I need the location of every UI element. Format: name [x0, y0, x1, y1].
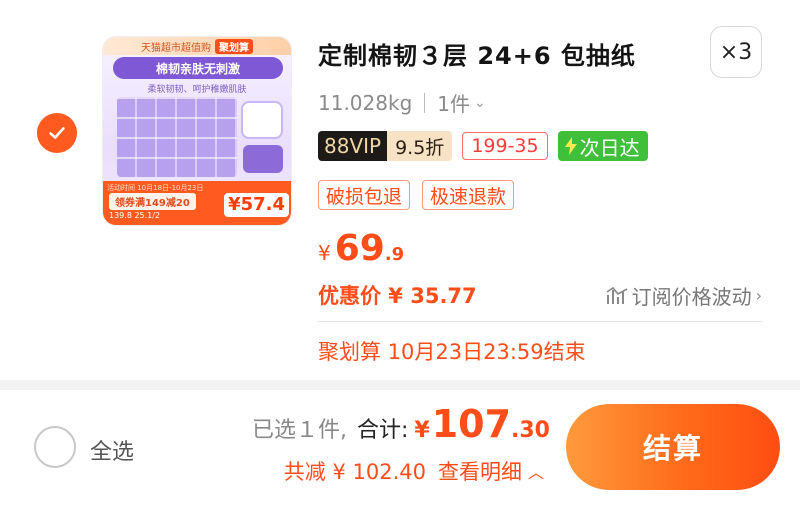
- spec-divider: [424, 92, 426, 113]
- checkout-bar: 全选 已选１件, 合计: ¥ 107 .30 共减 ¥ 102.40 查看明细 …: [0, 390, 800, 516]
- subscribe-price-change-link[interactable]: 订阅价格波动 ›: [606, 281, 762, 310]
- thumb-subtitle: 柔软韧韧、呵护稚嫩肌肤: [147, 85, 247, 95]
- tissue-bag-image: [243, 145, 283, 173]
- chevron-down-icon: ⌄: [474, 94, 486, 111]
- check-icon: [49, 127, 65, 139]
- promo-tags: 88VIP 9.5折 199-35 次日达: [318, 131, 648, 161]
- quantity-selector[interactable]: ×3: [710, 26, 762, 78]
- total-label: 合计:: [356, 418, 409, 443]
- promo-end-notice: 聚划算 10月23日23:59结束: [318, 340, 586, 364]
- chevron-right-icon: ›: [755, 286, 762, 305]
- spec-selector[interactable]: 11.028kg 1件 ⌄: [318, 88, 486, 117]
- discount-price: 优惠价 ¥ 35.77: [318, 284, 477, 308]
- cart-item: 天猫超市超值购 聚划算 棉韧亲肤无刺激 柔软韧韧、呵护稚嫩肌肤 活动时间 10月…: [0, 0, 800, 380]
- divider: [318, 321, 762, 322]
- price-chart-icon: [606, 286, 627, 304]
- service-tag-damage-refund: 破损包退: [318, 180, 411, 210]
- view-details-link[interactable]: 查看明细: [438, 456, 522, 486]
- tissue-packs-image: [117, 97, 237, 177]
- savings-summary[interactable]: 共减 ¥ 102.40 查看明细 ︿: [284, 456, 544, 486]
- total-int: 107: [431, 402, 512, 446]
- product-title[interactable]: 定制棉韧３层 24+6 包抽纸: [318, 36, 636, 71]
- spec-count: 1件: [437, 92, 470, 116]
- checkout-button[interactable]: 结算: [566, 404, 780, 490]
- spec-weight: 11.028kg: [318, 90, 413, 115]
- service-tags: 破损包退 极速退款: [318, 180, 515, 210]
- total-dec: .30: [511, 418, 550, 443]
- lightning-icon: [564, 137, 577, 155]
- product-thumbnail[interactable]: 天猫超市超值购 聚划算 棉韧亲肤无刺激 柔软韧韧、呵护稚嫩肌肤 活动时间 10月…: [102, 36, 292, 226]
- select-all-checkbox[interactable]: [34, 426, 76, 468]
- vip-badge: 88VIP 9.5折: [318, 131, 453, 161]
- next-day-delivery-badge: 次日达: [557, 131, 648, 161]
- savings-amount: 共减 ¥ 102.40: [283, 460, 426, 484]
- total-summary: 已选１件, 合计: ¥ 107 .30: [252, 402, 550, 446]
- thumb-headline: 棉韧亲肤无刺激: [113, 57, 283, 79]
- select-all-label[interactable]: 全选: [90, 434, 134, 466]
- caret-up-icon: ︿: [527, 463, 544, 482]
- thumb-top-band: 天猫超市超值购 聚划算: [103, 37, 291, 55]
- tissue-roll-image: [241, 101, 283, 139]
- total-currency: ¥: [414, 418, 430, 443]
- section-gap: [0, 380, 800, 390]
- item-checkbox[interactable]: [37, 113, 77, 153]
- service-tag-fast-refund: 极速退款: [422, 180, 515, 210]
- item-price: ¥ 69 .9: [318, 228, 405, 269]
- coupon-tag: 199-35: [462, 132, 548, 160]
- selected-count: 已选１件,: [251, 418, 347, 443]
- thumb-promo-strip: 活动时间 10月18日-10月23日 领券满149减20 139.8 25.1/…: [103, 181, 291, 225]
